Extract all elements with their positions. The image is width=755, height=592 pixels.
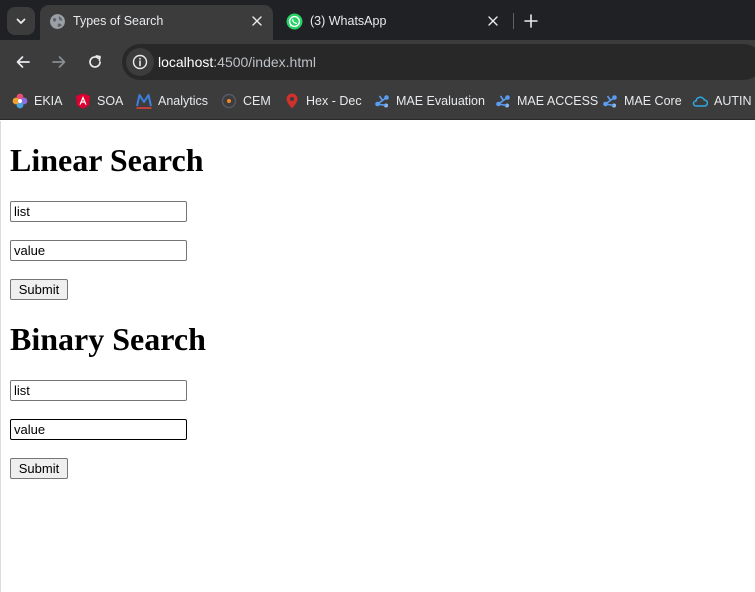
ekia-icon [12,93,28,109]
bookmark-mae-evaluation[interactable]: MAE Evaluation [374,91,485,111]
tab-title: (3) WhatsApp [310,14,387,28]
tab-search-button[interactable] [7,7,35,35]
browser-toolbar: localhost:4500/index.html [0,40,755,82]
reload-icon [89,55,101,68]
bookmark-label: MAE Core [624,94,682,108]
binary-search-heading: Binary Search [10,321,206,357]
linear-submit-button[interactable]: Submit [10,279,68,300]
binary-list-input[interactable] [10,380,187,401]
plus-icon [524,14,538,28]
reload-button[interactable] [84,51,106,73]
tab-whatsapp[interactable]: (3) WhatsApp [277,5,509,40]
bookmark-label: Analytics [158,94,209,108]
url-host: localhost [158,54,214,70]
location-pin-icon [286,93,298,109]
bookmark-soa[interactable]: SOA [75,91,123,111]
bookmark-label: Hex - Dec [306,94,362,108]
binary-submit-button[interactable]: Submit [10,458,68,479]
bookmark-mae-core[interactable]: MAE Core [602,91,682,111]
bookmark-hex-dec[interactable]: Hex - Dec [284,91,362,111]
analytics-icon [136,94,152,109]
close-icon [252,16,262,26]
bookmark-label: CEM [243,94,271,108]
tab-separator [513,13,514,29]
arrow-left-icon [16,56,30,68]
tab-strip: Types of Search (3) WhatsApp [0,0,755,40]
forward-button[interactable] [48,51,70,73]
chevron-down-icon [16,18,26,24]
mae-icon [603,95,617,108]
bookmark-ekia[interactable]: EKIA [12,91,63,111]
mae-icon [496,95,510,108]
bookmark-label: MAE ACCESS [517,94,599,108]
new-tab-button[interactable] [520,10,542,32]
bookmark-cem[interactable]: CEM [221,91,271,111]
linear-list-input[interactable] [10,201,187,222]
angular-icon [76,93,90,109]
bookmark-mae-access[interactable]: MAE ACCESS [495,91,598,111]
cloud-icon [692,96,708,107]
arrow-right-icon [52,56,66,68]
bookmark-autin[interactable]: AUTIN [692,91,752,111]
bookmark-label: MAE Evaluation [396,94,485,108]
close-tab-button[interactable] [249,13,265,29]
linear-value-input[interactable] [10,240,187,261]
bookmark-analytics[interactable]: Analytics [136,91,208,111]
back-button[interactable] [12,51,34,73]
whatsapp-icon [286,13,303,30]
globe-icon [50,14,65,29]
close-tab-button[interactable] [485,13,501,29]
tab-title: Types of Search [73,14,164,28]
close-icon [488,16,498,26]
url-text: localhost:4500/index.html [158,54,316,70]
bookmark-label: EKIA [34,94,63,108]
linear-search-heading: Linear Search [10,142,204,178]
address-bar[interactable]: localhost:4500/index.html [122,44,755,80]
cem-icon [221,93,237,109]
bookmark-label: AUTIN [714,94,752,108]
mae-icon [375,95,389,108]
site-info-button[interactable] [126,48,154,76]
page-content: Linear Search Submit Binary Search Submi… [0,121,755,592]
binary-value-input[interactable] [10,419,187,440]
url-path: :4500/index.html [213,54,316,70]
info-icon [132,54,148,70]
tab-types-of-search[interactable]: Types of Search [40,5,273,40]
bookmarks-bar: EKIA SOA Analytics CEM Hex - Dec MAE Eva… [0,82,755,120]
bookmark-label: SOA [97,94,124,108]
